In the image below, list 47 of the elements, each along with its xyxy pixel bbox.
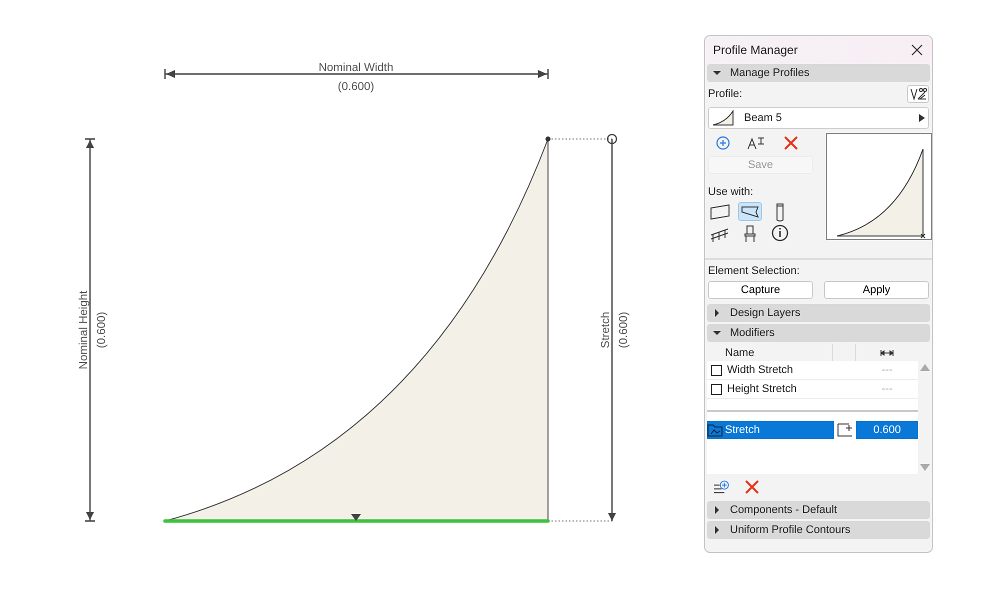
checkbox[interactable] [711, 364, 722, 376]
caret-icon [713, 329, 721, 337]
dimension-value: (0.600) [338, 81, 374, 93]
parameter-row[interactable]: Stretch 0.600 [707, 421, 918, 439]
caret-icon [713, 506, 721, 514]
profile-thumbnail-icon [712, 110, 734, 126]
triangle-marker [351, 514, 361, 521]
caret-icon [713, 309, 721, 317]
scroll-down-icon [920, 464, 930, 471]
selection-button[interactable]: Capture [708, 281, 813, 299]
checkbox[interactable] [711, 384, 722, 394]
section-header[interactable]: Design Layers [707, 304, 930, 322]
dimension-label: Nominal Width [318, 62, 394, 74]
profile-dropdown[interactable]: Beam 5 [708, 107, 929, 129]
dimension-label: Stretch [600, 312, 612, 348]
dimension-label: Nominal Height [78, 290, 90, 370]
panel-title: Profile Manager [713, 42, 798, 56]
edit-icon [837, 423, 854, 437]
modifier-value: --- [880, 364, 894, 376]
section-header[interactable]: Components - Default [707, 501, 930, 519]
section-header[interactable]: Modifiers [707, 324, 930, 342]
caret-icon [713, 69, 721, 77]
caret-icon [919, 114, 925, 122]
column-header: Name [707, 344, 834, 361]
width-icon [880, 350, 894, 356]
modifier-name: Width Stretch [727, 364, 794, 376]
attributes-icon[interactable] [907, 85, 929, 103]
folder-icon [707, 423, 723, 437]
element-selection-label: Element Selection: [707, 265, 801, 277]
parameter-name: Stretch [724, 424, 761, 436]
scroll-up-icon [920, 364, 930, 371]
section-header[interactable]: Manage Profiles [707, 64, 930, 82]
use-with-label: Use with: [708, 186, 754, 198]
beam-icon[interactable] [738, 202, 762, 221]
parameter-value: 0.600 [872, 424, 902, 436]
vertex-node[interactable] [546, 136, 550, 142]
section-header[interactable]: Uniform Profile Contours [707, 521, 930, 539]
dimension-value: (0.600) [96, 312, 108, 348]
modifier-name: Height Stretch [727, 383, 798, 395]
selection-button[interactable]: Apply [824, 281, 929, 299]
wall-icon[interactable] [708, 202, 732, 221]
modifier-value: --- [880, 383, 894, 395]
close-icon[interactable] [910, 42, 924, 56]
caret-icon [713, 526, 721, 534]
dimension-value: (0.600) [618, 312, 630, 348]
profile-label: Profile: [707, 88, 742, 100]
delete-icon[interactable] [743, 478, 761, 496]
